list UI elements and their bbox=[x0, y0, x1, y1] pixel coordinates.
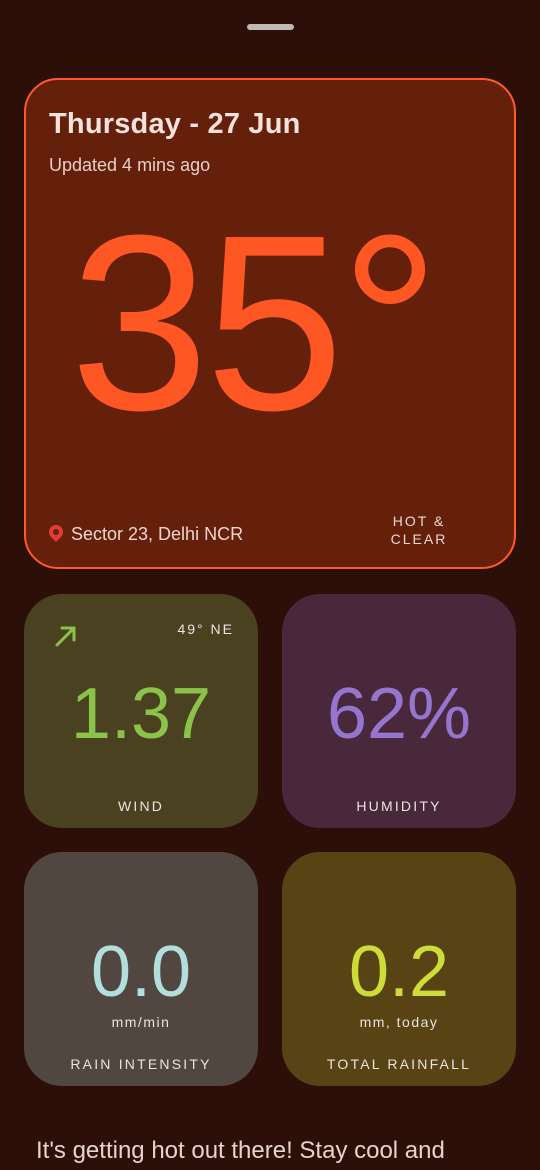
total-rainfall-label: TOTAL RAINFALL bbox=[326, 1056, 472, 1072]
temperature-value: 35° bbox=[70, 183, 440, 462]
total-rainfall-tile[interactable]: 0.2 mm, today TOTAL RAINFALL bbox=[282, 852, 516, 1086]
sheet-drag-handle[interactable] bbox=[247, 24, 294, 30]
rain-intensity-tile[interactable]: 0.0 mm/min RAIN INTENSITY bbox=[24, 852, 258, 1086]
map-pin-icon bbox=[49, 525, 63, 545]
rain-intensity-label: RAIN INTENSITY bbox=[70, 1056, 212, 1072]
humidity-label: HUMIDITY bbox=[356, 798, 442, 814]
rain-intensity-value: 0.0 bbox=[90, 932, 192, 1012]
total-rainfall-unit: mm, today bbox=[359, 1014, 439, 1030]
location[interactable]: Sector 23, Delhi NCR bbox=[49, 524, 243, 545]
rain-intensity-unit: mm/min bbox=[111, 1014, 171, 1030]
condition-label: HOT & CLEAR bbox=[390, 513, 448, 547]
wind-direction-text: 49° NE bbox=[177, 621, 234, 637]
date-heading: Thursday - 27 Jun bbox=[49, 108, 301, 140]
wind-tile[interactable]: 49° NE 1.37 WIND bbox=[24, 594, 258, 828]
weather-advice-text: It's getting hot out there! Stay cool an… bbox=[36, 1137, 445, 1164]
total-rainfall-value: 0.2 bbox=[348, 932, 450, 1012]
weather-screen: Thursday - 27 Jun Updated 4 mins ago 35°… bbox=[0, 0, 540, 1170]
wind-label: WIND bbox=[117, 798, 165, 814]
current-weather-card[interactable]: Thursday - 27 Jun Updated 4 mins ago 35°… bbox=[24, 78, 516, 569]
humidity-value: 62% bbox=[326, 674, 472, 754]
last-updated-text: Updated 4 mins ago bbox=[49, 155, 211, 175]
humidity-tile[interactable]: 62% HUMIDITY bbox=[282, 594, 516, 828]
wind-speed-value: 1.37 bbox=[70, 674, 212, 754]
location-label: Sector 23, Delhi NCR bbox=[71, 524, 244, 544]
wind-direction-arrow-icon bbox=[55, 626, 76, 647]
